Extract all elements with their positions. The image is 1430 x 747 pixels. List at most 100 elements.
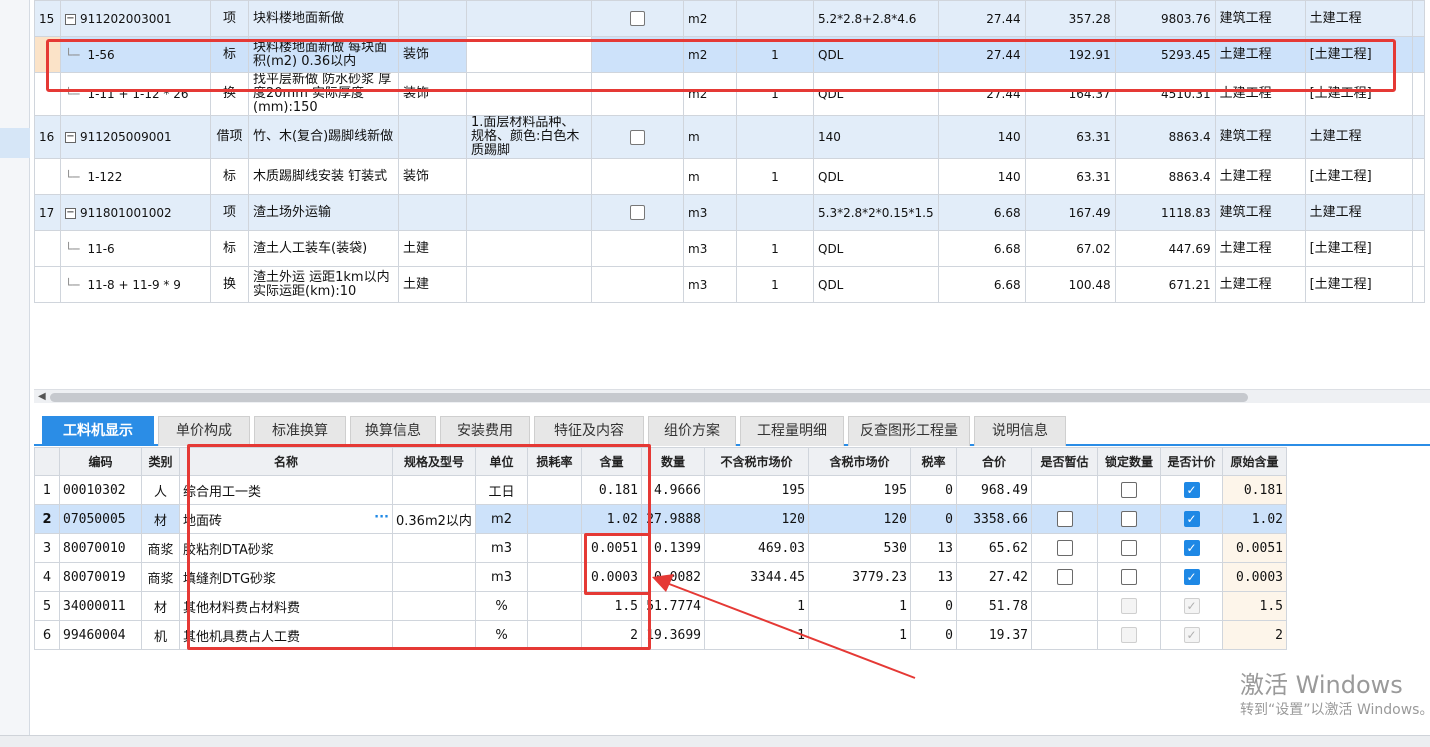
priced-checkbox-cell[interactable]: ✓ bbox=[1160, 475, 1223, 505]
resource-spec[interactable]: 0.36m2以内 bbox=[392, 504, 476, 534]
resource-code[interactable]: 34000011 bbox=[59, 591, 142, 621]
resource-spec[interactable] bbox=[392, 591, 476, 621]
lock-qty-checkbox-cell[interactable] bbox=[1097, 620, 1161, 650]
resource-content[interactable]: 0.0051 bbox=[581, 533, 642, 563]
item-feature[interactable] bbox=[466, 72, 592, 116]
column-header[interactable]: 含税市场价 bbox=[808, 447, 911, 476]
resource-tax-rate[interactable]: 13 bbox=[910, 533, 957, 563]
item-check-cell[interactable] bbox=[591, 72, 684, 116]
resource-tax-rate[interactable]: 0 bbox=[910, 591, 957, 621]
table-row[interactable]: 4 80070019 商浆 填缝剂DTG砂浆 m3 0.0003 0.0082 3344.45… bbox=[34, 562, 1287, 592]
resource-spec[interactable] bbox=[392, 620, 476, 650]
table-row[interactable]: 16−911205009001 借项 竹、木(复合)踢脚线新做 1.面层材料品种、规格… bbox=[34, 115, 1425, 159]
table-row[interactable]: 2 07050005 材地面砖 ··· 0.36m2以内 m2 1.02 27.9888 120… bbox=[34, 504, 1287, 534]
resource-tax-rate[interactable]: 13 bbox=[910, 562, 957, 592]
item-code-cell[interactable]: └─ 1-56 bbox=[60, 36, 211, 73]
tab-6[interactable]: 特征及内容 bbox=[534, 416, 644, 446]
table-row[interactable]: └─ 11-6 标渣土人工装车(装袋) 土建 m3 1 QDL 6.68 67.02 447.69… bbox=[34, 230, 1425, 267]
item-check-cell[interactable] bbox=[591, 266, 684, 303]
item-name[interactable]: 块料楼地面新做 bbox=[248, 0, 399, 37]
item-name[interactable]: 块料楼地面新做 每块面积(m2) 0.36以内 bbox=[248, 36, 399, 73]
resource-spec[interactable] bbox=[392, 475, 476, 505]
item-expression[interactable]: 5.2*2.8+2.8*4.6 bbox=[813, 0, 939, 37]
resource-price-incl-tax[interactable]: 120 bbox=[808, 504, 911, 534]
estimate-checkbox-cell[interactable] bbox=[1031, 591, 1098, 621]
item-feature[interactable] bbox=[466, 158, 592, 195]
scrollbar-thumb[interactable] bbox=[50, 393, 1248, 402]
resource-code[interactable]: 99460004 bbox=[59, 620, 142, 650]
resource-content[interactable]: 1.02 bbox=[581, 504, 642, 534]
estimate-checkbox-cell[interactable] bbox=[1031, 475, 1098, 505]
item-name[interactable]: 渣土外运 运距1km以内 实际运距(km):10 bbox=[248, 266, 399, 303]
item-expression[interactable]: QDL bbox=[813, 158, 939, 195]
horizontal-scrollbar[interactable]: ◀ bbox=[34, 389, 1430, 403]
item-code-cell[interactable]: └─ 1-11 + 1-12 * 26 bbox=[60, 72, 211, 116]
resource-price-excl-tax[interactable]: 195 bbox=[704, 475, 809, 505]
resource-loss-rate[interactable] bbox=[527, 620, 582, 650]
resource-price-incl-tax[interactable]: 195 bbox=[808, 475, 911, 505]
item-name[interactable]: 渣土人工装车(装袋) bbox=[248, 230, 399, 267]
column-header[interactable]: 数量 bbox=[641, 447, 705, 476]
item-code-cell[interactable]: −911205009001 bbox=[60, 115, 211, 159]
estimate-checkbox[interactable] bbox=[1056, 511, 1073, 527]
resource-price-incl-tax[interactable]: 530 bbox=[808, 533, 911, 563]
item-code-cell[interactable]: └─ 1-122 bbox=[60, 158, 211, 195]
resource-price-excl-tax[interactable]: 3344.45 bbox=[704, 562, 809, 592]
tab-2[interactable]: 单价构成 bbox=[158, 416, 250, 446]
item-checkbox[interactable] bbox=[630, 205, 645, 220]
resource-name-cell[interactable]: 地面砖 ··· bbox=[179, 504, 393, 534]
item-check-cell[interactable] bbox=[591, 194, 684, 231]
item-expression[interactable]: QDL bbox=[813, 230, 939, 267]
lock-qty-checkbox[interactable] bbox=[1121, 482, 1137, 498]
resource-loss-rate[interactable] bbox=[527, 562, 582, 592]
estimate-checkbox-cell[interactable] bbox=[1031, 504, 1098, 534]
table-row[interactable]: └─ 11-8 + 11-9 * 9 换渣土外运 运距1km以内 实际运距(km):… bbox=[34, 266, 1425, 303]
more-icon[interactable]: ··· bbox=[374, 510, 389, 525]
resource-tax-rate[interactable]: 0 bbox=[910, 475, 957, 505]
tab-5[interactable]: 安装费用 bbox=[440, 416, 530, 446]
table-row[interactable]: └─ 1-11 + 1-12 * 26 换找平层新做 防水砂浆 厚度20mm 实际厚… bbox=[34, 72, 1425, 116]
column-header[interactable]: 合价 bbox=[956, 447, 1032, 476]
lock-qty-checkbox-cell[interactable] bbox=[1097, 475, 1161, 505]
priced-checkbox[interactable]: ✓ bbox=[1183, 569, 1200, 585]
estimate-checkbox-cell[interactable] bbox=[1031, 533, 1098, 563]
item-check-cell[interactable] bbox=[591, 158, 684, 195]
item-code-cell[interactable]: └─ 11-6 bbox=[60, 230, 211, 267]
item-name[interactable]: 木质踢脚线安装 钉装式 bbox=[248, 158, 399, 195]
item-name[interactable]: 渣土场外运输 bbox=[248, 194, 399, 231]
scroll-left-icon[interactable]: ◀ bbox=[38, 390, 46, 404]
collapse-icon[interactable]: − bbox=[65, 13, 76, 25]
estimate-checkbox[interactable] bbox=[1056, 569, 1073, 585]
column-header[interactable]: 是否计价 bbox=[1160, 447, 1223, 476]
column-header[interactable]: 是否暂估 bbox=[1031, 447, 1098, 476]
resource-tax-rate[interactable]: 0 bbox=[910, 504, 957, 534]
column-header[interactable]: 规格及型号 bbox=[392, 447, 476, 476]
tab-10[interactable]: 说明信息 bbox=[974, 416, 1066, 446]
item-checkbox[interactable] bbox=[630, 129, 645, 145]
lock-qty-checkbox-cell[interactable] bbox=[1097, 591, 1161, 621]
item-check-cell[interactable] bbox=[591, 36, 684, 73]
resource-price-excl-tax[interactable]: 120 bbox=[704, 504, 809, 534]
lock-qty-checkbox[interactable] bbox=[1121, 540, 1137, 556]
resource-content[interactable]: 2 bbox=[581, 620, 642, 650]
resource-spec[interactable] bbox=[392, 533, 476, 563]
tab-1[interactable]: 工料机显示 bbox=[42, 416, 154, 446]
item-check-cell[interactable] bbox=[591, 115, 684, 159]
resource-spec[interactable] bbox=[392, 562, 476, 592]
table-row[interactable]: └─ 1-122 标木质踢脚线安装 钉装式 装饰 m 1 QDL 140 63.31 8863.4… bbox=[34, 158, 1425, 195]
priced-checkbox-cell[interactable]: ✓ bbox=[1160, 562, 1223, 592]
estimate-checkbox-cell[interactable] bbox=[1031, 620, 1098, 650]
priced-checkbox-cell[interactable]: ✓ bbox=[1160, 533, 1223, 563]
column-header[interactable]: 名称 bbox=[179, 447, 393, 476]
table-row[interactable]: 15−911202003001 项块料楼地面新做 m2 5.2*2.8+2.8*4.6… bbox=[34, 0, 1425, 37]
resource-name-cell[interactable]: 其他机具费占人工费 bbox=[179, 620, 393, 650]
resource-code[interactable]: 80070019 bbox=[59, 562, 142, 592]
lock-qty-checkbox[interactable] bbox=[1121, 511, 1137, 527]
item-name[interactable]: 竹、木(复合)踢脚线新做 bbox=[248, 115, 399, 159]
item-expression[interactable]: QDL bbox=[813, 266, 939, 303]
resource-price-excl-tax[interactable]: 1 bbox=[704, 620, 809, 650]
item-expression[interactable]: 140 bbox=[813, 115, 939, 159]
table-row[interactable]: 6 99460004 机其他机具费占人工费% 2 19.3699 1 1 0 19.37 ✓ 2 bbox=[34, 620, 1287, 650]
resource-content[interactable]: 0.181 bbox=[581, 475, 642, 505]
tab-7[interactable]: 组价方案 bbox=[648, 416, 736, 446]
